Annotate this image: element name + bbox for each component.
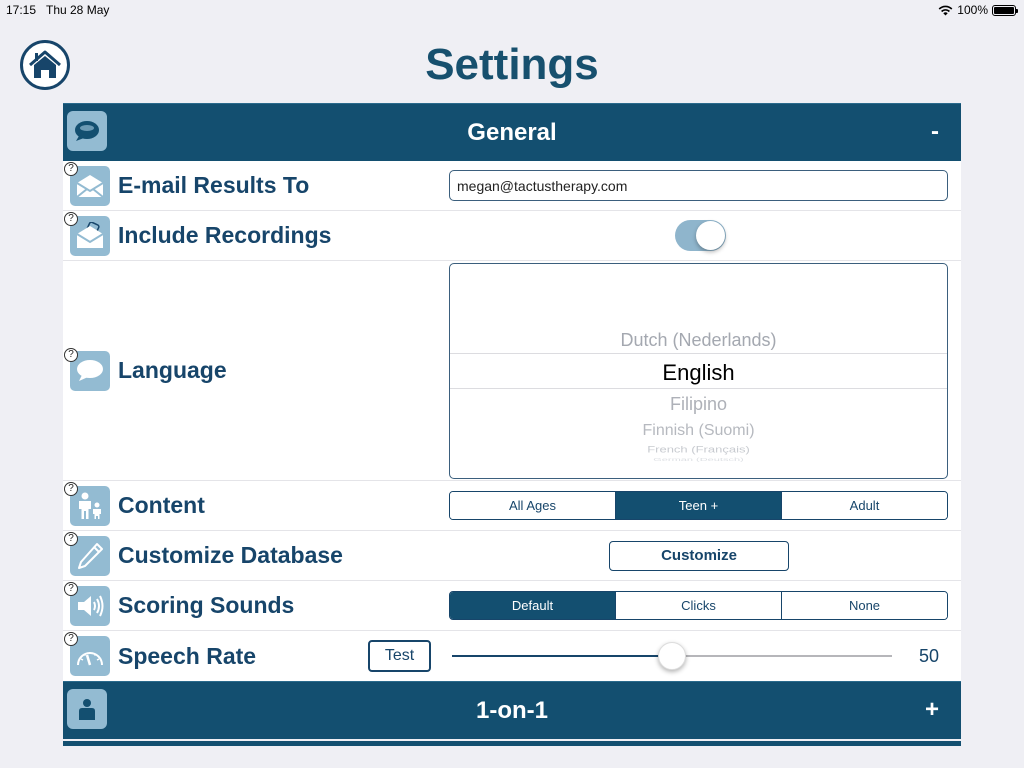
scoring-control: Default Clicks None xyxy=(449,591,948,620)
page-title: Settings xyxy=(425,40,599,89)
help-icon[interactable]: ? xyxy=(64,582,78,596)
scoring-segmented-control: Default Clicks None xyxy=(449,591,948,620)
recordings-label: Include Recordings xyxy=(118,222,332,248)
test-speech-button[interactable]: Test xyxy=(368,640,431,672)
customize-label: Customize Database xyxy=(118,542,343,568)
segment-clicks[interactable]: Clicks xyxy=(616,592,782,619)
language-option[interactable]: Filipino xyxy=(450,394,947,415)
email-control xyxy=(449,170,948,201)
slider-thumb[interactable] xyxy=(658,642,686,670)
segment-teen[interactable]: Teen + xyxy=(616,492,782,519)
language-option[interactable]: Dutch (Nederlands) xyxy=(450,330,947,351)
email-label: E-mail Results To xyxy=(118,172,310,198)
content-segmented-control: All Ages Teen + Adult xyxy=(449,491,948,520)
status-time: 17:15 xyxy=(6,3,37,17)
language-control: Dutch (Nederlands) English Filipino Finn… xyxy=(449,263,948,479)
collapse-toggle-general[interactable]: - xyxy=(931,118,939,146)
section-header-1-on-1[interactable]: 1-on-1 + xyxy=(63,681,961,739)
row-language: ? Language Dutch (Nederlands) English Fi… xyxy=(63,261,961,481)
section-title-general: General xyxy=(467,118,557,146)
speech-rate-label: Speech Rate xyxy=(118,642,257,669)
help-icon[interactable]: ? xyxy=(64,162,78,176)
language-option[interactable]: German (Deutsch) xyxy=(450,458,947,463)
segment-all-ages[interactable]: All Ages xyxy=(450,492,616,519)
help-icon[interactable]: ? xyxy=(64,632,78,646)
language-option[interactable]: French (Français) xyxy=(450,444,947,455)
row-scoring-sounds: ? Scoring Sounds Default Clicks None xyxy=(63,581,961,631)
language-option-selected[interactable]: English xyxy=(450,360,947,386)
section-header-general[interactable]: General - xyxy=(63,103,961,161)
recordings-toggle[interactable] xyxy=(675,220,726,251)
language-option[interactable]: Finnish (Suomi) xyxy=(450,422,947,440)
speech-rate-value: 50 xyxy=(918,645,939,666)
toggle-knob xyxy=(696,221,725,250)
language-label: Language xyxy=(118,357,227,383)
segment-default[interactable]: Default xyxy=(450,592,616,619)
language-picker[interactable]: Dutch (Nederlands) English Filipino Finn… xyxy=(449,263,948,479)
next-section-edge xyxy=(63,741,961,746)
status-date: Thu 28 May xyxy=(46,3,110,17)
help-icon[interactable]: ? xyxy=(64,212,78,226)
row-speech-rate: ? Speech Rate Test 50 xyxy=(63,631,961,681)
status-bar: 17:15 Thu 28 May 100% xyxy=(0,0,1024,20)
expand-toggle-1-on-1[interactable]: + xyxy=(925,696,939,724)
slider-track-filled xyxy=(452,655,672,657)
help-icon[interactable]: ? xyxy=(64,482,78,496)
battery-icon xyxy=(992,4,1018,16)
person-icon xyxy=(67,689,107,729)
email-input[interactable] xyxy=(449,170,948,201)
row-email: ? E-mail Results To xyxy=(63,161,961,211)
content-label: Content xyxy=(118,492,205,518)
content-control: All Ages Teen + Adult xyxy=(449,491,948,520)
settings-panel: General - ? E-mail Results To ? Include … xyxy=(63,103,961,746)
status-right: 100% xyxy=(938,3,1018,17)
picker-selection-line xyxy=(450,388,947,389)
picker-selection-line xyxy=(450,353,947,354)
help-icon[interactable]: ? xyxy=(64,348,78,362)
battery-percent: 100% xyxy=(957,3,988,17)
segment-none[interactable]: None xyxy=(782,592,947,619)
row-content: ? Content All Ages Teen + Adult xyxy=(63,481,961,531)
customize-button[interactable]: Customize xyxy=(609,540,789,571)
help-icon[interactable]: ? xyxy=(64,532,78,546)
row-customize-database: ? Customize Database Customize xyxy=(63,531,961,581)
speech-bubble-icon xyxy=(67,111,107,151)
speech-rate-slider[interactable] xyxy=(452,641,892,671)
row-recordings: ? Include Recordings xyxy=(63,211,961,261)
scoring-label: Scoring Sounds xyxy=(118,592,295,618)
section-title-1-on-1: 1-on-1 xyxy=(476,696,548,724)
slider-track-empty xyxy=(672,655,892,657)
wifi-icon xyxy=(938,5,953,15)
segment-adult[interactable]: Adult xyxy=(782,492,947,519)
